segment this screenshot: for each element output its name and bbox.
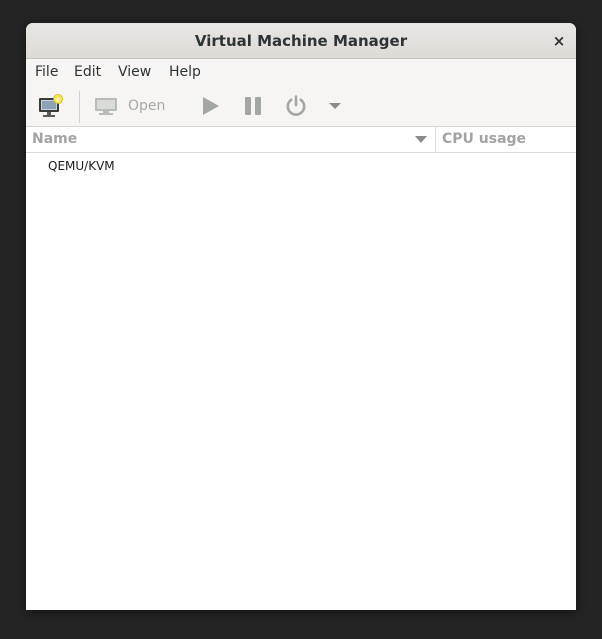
menu-help[interactable]: Help: [169, 59, 201, 85]
window-title: Virtual Machine Manager: [194, 32, 408, 50]
column-name-header[interactable]: Name: [32, 127, 77, 153]
power-icon: [286, 95, 306, 116]
close-button[interactable]: ×: [549, 31, 569, 51]
new-vm-button[interactable]: [34, 89, 68, 123]
title-bar[interactable]: Virtual Machine Manager ×: [26, 23, 576, 59]
vm-list[interactable]: QEMU/KVM: [26, 153, 576, 610]
menu-view[interactable]: View: [118, 59, 151, 85]
pause-icon: [245, 97, 261, 115]
new-vm-icon: [39, 94, 63, 117]
menu-bar: File Edit View Help: [26, 59, 576, 85]
column-header: Name CPU usage: [26, 127, 576, 153]
run-button[interactable]: [196, 89, 224, 123]
menu-edit[interactable]: Edit: [74, 59, 101, 85]
connection-label: QEMU/KVM: [48, 159, 115, 173]
play-icon: [203, 97, 219, 115]
open-label: Open: [128, 98, 166, 114]
chevron-down-icon: [329, 103, 341, 109]
shutdown-menu-button[interactable]: [325, 89, 345, 123]
menu-file[interactable]: File: [35, 59, 58, 85]
toolbar-separator: [79, 91, 80, 123]
pause-button[interactable]: [239, 89, 267, 123]
main-window: Virtual Machine Manager × File Edit View…: [26, 23, 576, 610]
sort-indicator-icon: [415, 136, 427, 143]
list-item[interactable]: QEMU/KVM: [26, 153, 576, 179]
monitor-icon: [95, 98, 117, 115]
open-button[interactable]: Open: [94, 89, 176, 123]
shutdown-button[interactable]: [281, 89, 311, 123]
column-divider[interactable]: [435, 127, 436, 152]
toolbar: Open: [26, 85, 576, 127]
column-cpu-header[interactable]: CPU usage: [442, 127, 526, 153]
